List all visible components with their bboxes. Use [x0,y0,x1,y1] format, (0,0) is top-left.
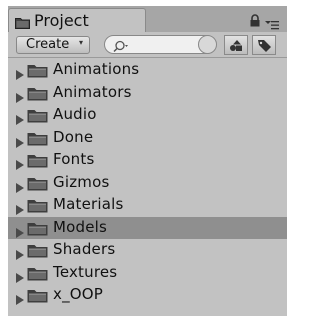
expand-arrow-icon[interactable] [16,200,24,215]
filter-type-icon [230,40,242,51]
tree-item-gizmos[interactable]: Gizmos [8,172,287,195]
tree-item-models[interactable]: Models [8,216,287,239]
tree-item-label: Materials [53,195,124,213]
expand-arrow-icon[interactable] [16,88,24,103]
tree-item-textures[interactable]: Textures [8,262,287,285]
project-panel: Project Create ▾ Animations Animators Au… [8,6,287,316]
search-cancel-button[interactable] [198,35,217,54]
create-label: Create [26,37,70,52]
folder-icon [27,131,48,146]
tree-item-fonts[interactable]: Fonts [8,149,287,172]
folder-icon [15,14,30,29]
tree-item-label: Animators [53,82,132,101]
folder-icon [27,243,48,258]
folder-tree: Animations Animators Audio Done Fonts Gi… [8,59,287,307]
search-field[interactable] [104,35,217,54]
folder-icon [27,86,48,101]
folder-icon [27,176,48,191]
tree-item-shaders[interactable]: Shaders [8,239,287,262]
create-button[interactable]: Create ▾ [16,36,90,54]
folder-icon [27,288,48,303]
tree-item-animators[interactable]: Animators [8,82,287,105]
expand-arrow-icon[interactable] [16,245,24,260]
tree-item-label: Audio [53,105,97,123]
expand-arrow-icon[interactable] [16,110,24,125]
expand-arrow-icon[interactable] [16,155,24,170]
expand-arrow-icon[interactable] [16,65,24,80]
toolbar: Create ▾ [8,32,287,58]
tree-item-label: Models [53,217,108,236]
expand-arrow-icon[interactable] [16,133,24,148]
folder-icon [27,198,48,213]
tab-strip: Project [8,6,287,32]
tab-title: Project [34,11,89,30]
tree-item-label: Gizmos [53,172,110,191]
folder-icon [27,153,48,168]
folder-icon [27,108,48,123]
tree-item-label: Done [53,127,94,146]
filter-by-type-button[interactable] [224,35,248,55]
tree-item-label: Fonts [53,150,95,168]
tree-item-audio[interactable]: Audio [8,104,287,127]
lock-icon[interactable] [249,13,261,27]
expand-arrow-icon[interactable] [16,223,24,238]
expand-arrow-icon[interactable] [16,178,24,193]
tree-item-label: x_OOP [53,285,104,303]
filter-by-label-button[interactable] [252,35,276,55]
expand-arrow-icon[interactable] [16,290,24,305]
tree-item-done[interactable]: Done [8,127,287,150]
tab-project[interactable]: Project [8,8,146,32]
search-input[interactable] [131,37,191,51]
tree-item-animations[interactable]: Animations [8,59,287,82]
tree-item-label: Textures [53,262,118,281]
folder-icon [27,266,48,281]
tree-item-label: Animations [53,60,140,78]
chevron-down-icon: ▾ [78,38,83,47]
panel-menu-icon[interactable] [265,15,279,30]
expand-arrow-icon[interactable] [16,268,24,283]
folder-icon [27,63,48,78]
search-icon [111,38,129,53]
folder-icon [27,221,48,236]
tree-item-label: Shaders [53,240,116,258]
tag-icon [258,40,271,52]
tree-item-x-oop[interactable]: x_OOP [8,284,287,307]
tree-item-materials[interactable]: Materials [8,194,287,217]
